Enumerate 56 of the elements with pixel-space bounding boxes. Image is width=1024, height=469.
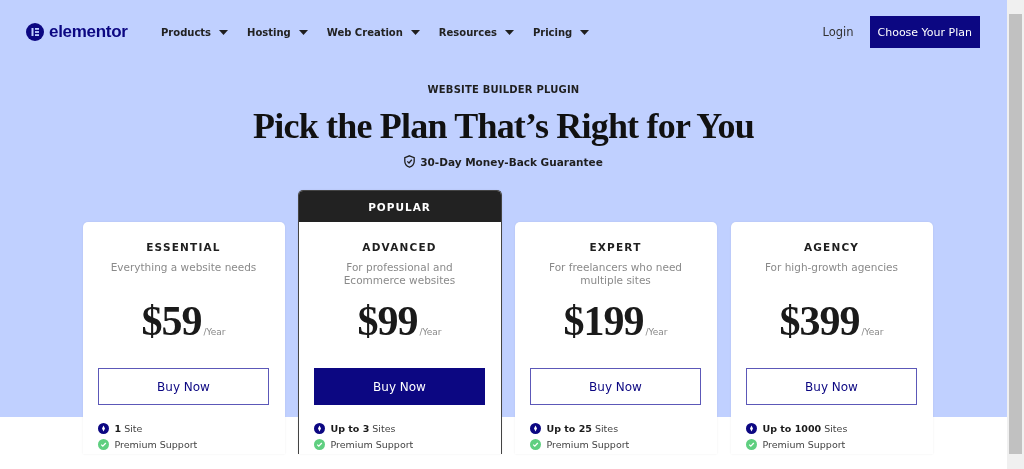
caret-icon	[504, 29, 514, 35]
plan-price: $59	[141, 299, 202, 343]
check-icon	[529, 439, 541, 450]
buy-now-button[interactable]: Buy Now	[530, 368, 701, 405]
plan-name: AGENCY	[803, 241, 860, 253]
plus-icon	[97, 423, 109, 434]
caret-icon	[298, 29, 308, 35]
plan-price: $199	[563, 299, 644, 343]
shield-icon	[404, 155, 416, 168]
check-icon	[745, 439, 757, 450]
feature-text: Up to 25 Sites	[546, 423, 619, 434]
plus-icon	[745, 423, 757, 434]
caret-icon	[580, 29, 590, 35]
nav-menu-item[interactable]: Products	[161, 26, 229, 38]
plan-description: For professional and Ecommerce websites	[342, 261, 457, 288]
caret-icon	[219, 29, 229, 35]
feature-text: Premium Support	[762, 439, 846, 450]
feature-text: Up to 1000 Sites	[762, 423, 848, 434]
nav-menu-item[interactable]: Web Creation	[326, 26, 420, 38]
price-period: /Year	[645, 327, 668, 337]
login-link[interactable]: Login	[822, 25, 854, 39]
feature-text: Premium Support	[546, 439, 630, 450]
nav-menu-item[interactable]: Resources	[438, 26, 514, 38]
caret-icon	[410, 29, 420, 35]
plan-price: $99	[357, 299, 418, 343]
popular-banner: POPULAR	[298, 191, 501, 222]
plan-name: EXPERT	[589, 241, 642, 253]
plan-description: For high-growth agencies	[763, 261, 900, 275]
price-period: /Year	[419, 327, 442, 337]
guarantee-text: 30-Day Money-Back Guarantee	[420, 155, 603, 168]
plan-price: $399	[779, 299, 860, 343]
plus-icon	[529, 423, 541, 434]
plan-description: Everything a website needs	[109, 261, 258, 275]
check-icon	[97, 439, 109, 450]
page-title: Pick the Plan That’s Right for You	[253, 105, 754, 147]
choose-plan-button[interactable]: Choose Your Plan	[869, 16, 980, 48]
buy-now-button[interactable]: Buy Now	[98, 368, 269, 405]
eyebrow-text: WEBSITE BUILDER PLUGIN	[427, 84, 580, 95]
price-period: /Year	[203, 327, 226, 337]
buy-now-button[interactable]: Buy Now	[314, 368, 485, 405]
nav-menu-item[interactable]: Pricing	[532, 26, 590, 38]
plan-description: For freelancers who need multiple sites	[547, 261, 684, 288]
plus-icon	[313, 423, 325, 434]
feature-text: Premium Support	[114, 439, 198, 450]
nav-menu-item[interactable]: Hosting	[247, 26, 308, 38]
buy-now-button[interactable]: Buy Now	[746, 368, 917, 405]
feature-text: Premium Support	[330, 439, 414, 450]
feature-text: 1 Site	[114, 423, 143, 434]
feature-text: Up to 3 Sites	[330, 423, 396, 434]
check-icon	[313, 439, 325, 450]
logo-icon	[26, 23, 44, 41]
scrollbar[interactable]	[1007, 0, 1024, 469]
plan-name: ESSENTIAL	[146, 241, 221, 253]
logo-text[interactable]: elementor	[49, 22, 128, 42]
plan-name: ADVANCED	[362, 241, 437, 253]
price-period: /Year	[861, 327, 884, 337]
